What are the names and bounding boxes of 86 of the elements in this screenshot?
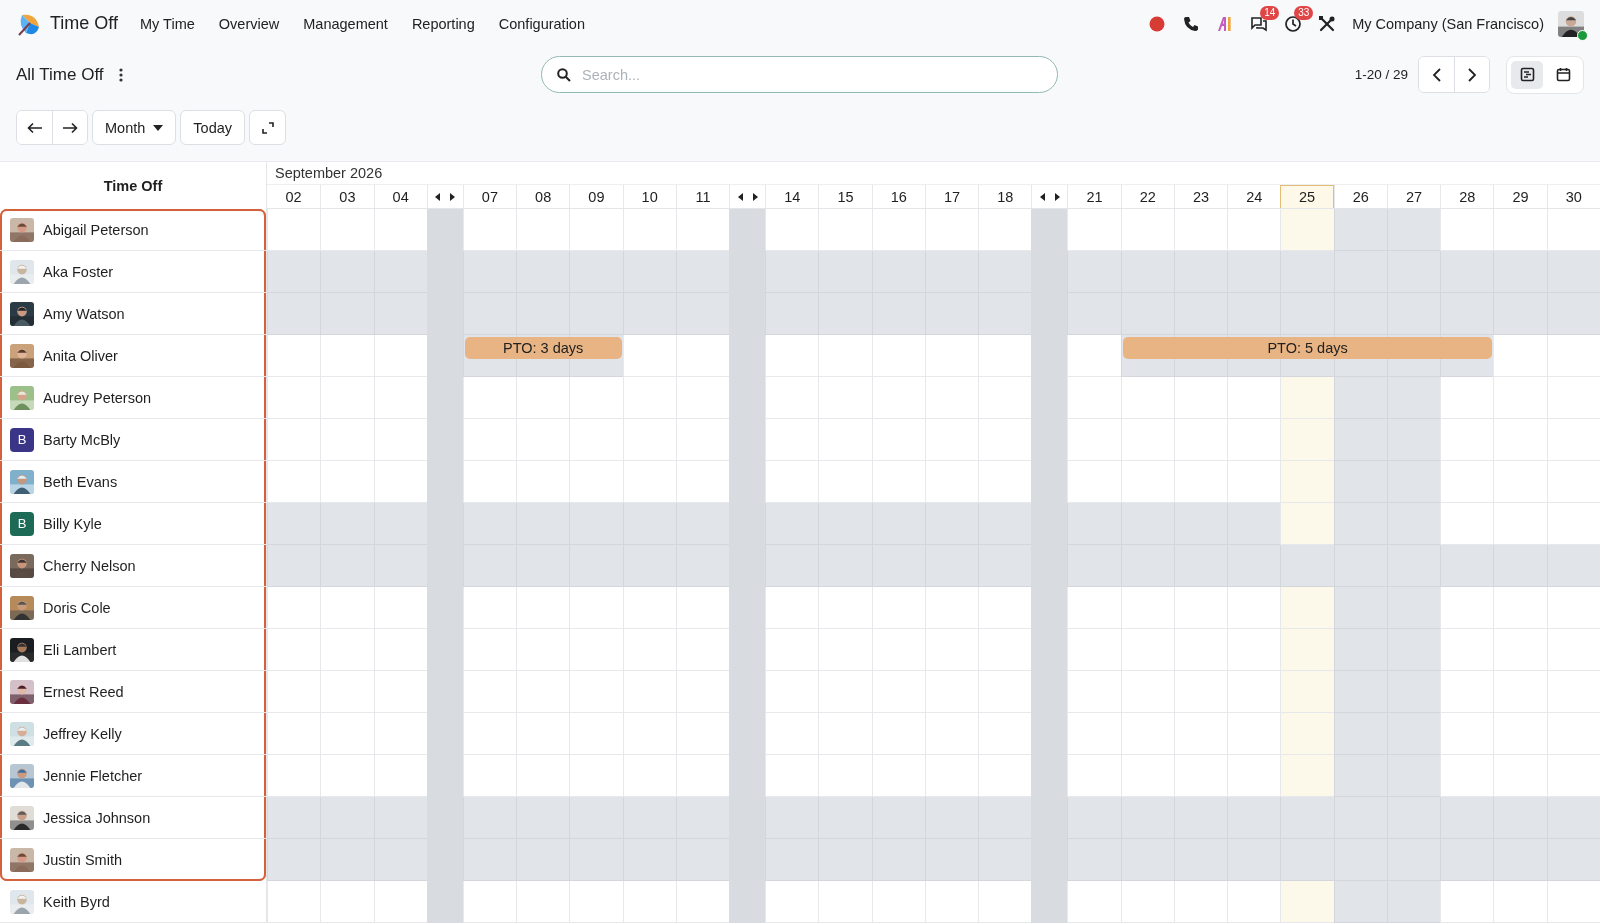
day-header: 04 (373, 185, 427, 208)
day-header: 25 (1280, 185, 1334, 208)
day-header: 28 (1440, 185, 1494, 208)
expand-icon (261, 121, 274, 134)
month-label: September 2026 (275, 165, 383, 182)
menu-item[interactable]: Reporting (401, 11, 485, 36)
employee-item[interactable]: Amy Watson (0, 293, 266, 335)
employee-item[interactable]: Abigail Peterson (0, 209, 266, 251)
arrow-right-icon (62, 121, 78, 134)
caret-right-icon[interactable] (752, 192, 758, 201)
employee-item[interactable]: Beth Evans (0, 461, 266, 503)
day-header: 08 (516, 185, 570, 208)
collapsed-day-cell (1031, 881, 1068, 923)
chat-icon[interactable] (1250, 14, 1269, 33)
clock-icon[interactable] (1284, 14, 1303, 33)
day-header: 10 (622, 185, 676, 208)
avatar: B (10, 511, 34, 536)
avatar: B (10, 427, 34, 452)
next-button[interactable] (52, 111, 87, 144)
gantt-view-icon (1519, 67, 1535, 82)
company-switcher[interactable]: My Company (San Francisco) (1346, 15, 1554, 32)
employee-item[interactable]: Ernest Reed (0, 671, 266, 713)
expand-button[interactable] (249, 110, 286, 145)
day-header: 26 (1333, 185, 1387, 208)
chevron-left-icon (1431, 67, 1442, 82)
scale-dropdown[interactable]: Month (92, 110, 177, 145)
leave-bar[interactable]: PTO: 5 days (1122, 337, 1493, 359)
day-header: 22 (1120, 185, 1174, 208)
day-header: 23 (1173, 185, 1228, 208)
day-header: 14 (765, 185, 819, 208)
today-button[interactable]: Today (180, 110, 245, 145)
day-header: 18 (978, 185, 1032, 208)
day-header: 09 (569, 185, 623, 208)
app-title[interactable]: Time Off (50, 13, 118, 34)
day-header: 27 (1386, 185, 1441, 208)
caret-right-icon[interactable] (450, 192, 456, 201)
leave-bar[interactable]: PTO: 3 days (464, 337, 622, 359)
caret-left-icon[interactable] (1039, 192, 1045, 201)
column-header: Time Off (103, 177, 163, 194)
day-header: 15 (818, 185, 872, 208)
employee-item[interactable]: Doris Cole (0, 587, 266, 629)
arrow-left-icon (26, 121, 43, 134)
menu-item[interactable]: Management (293, 11, 398, 36)
employee-item[interactable]: B Billy Kyle (0, 503, 266, 545)
count-badge: 14 (1260, 5, 1280, 20)
collapsed-day-cell (426, 881, 463, 923)
day-header: 02 (284, 187, 303, 207)
view-button[interactable] (1511, 60, 1543, 89)
next-button[interactable] (1454, 57, 1489, 92)
caret-left-icon[interactable] (737, 192, 743, 201)
pager-value: 1-20 / 29 (1354, 67, 1408, 82)
employee-item[interactable]: Jeffrey Kelly (0, 713, 266, 755)
search-icon (557, 68, 571, 82)
employee-item[interactable]: Audrey Peterson (0, 377, 266, 419)
day-header: 16 (871, 185, 925, 208)
page-title: All Time Off (16, 64, 104, 85)
employee-item[interactable]: Anita Oliver (0, 335, 266, 377)
caret-down-icon (153, 124, 164, 131)
record-icon[interactable] (1148, 14, 1167, 33)
collapsed-day-cell (729, 881, 766, 923)
day-header: 03 (320, 185, 374, 208)
employee-item[interactable]: Eli Lambert (0, 629, 266, 671)
day-header: 30 (1546, 185, 1600, 208)
day-header: 11 (675, 185, 730, 208)
menu-item[interactable]: Configuration (488, 11, 595, 36)
day-header: 07 (462, 185, 517, 208)
employee-item[interactable]: Jessica Johnson (0, 797, 266, 839)
employee-item[interactable]: B Barty McBly (0, 419, 266, 461)
day-header: 17 (924, 185, 979, 208)
count-badge: 33 (1294, 5, 1314, 20)
employee-item[interactable]: Jennie Fletcher (0, 755, 266, 797)
caret-right-icon[interactable] (1054, 192, 1060, 201)
chevron-right-icon (1467, 67, 1477, 82)
caret-left-icon[interactable] (435, 192, 441, 201)
employee-item[interactable]: Aka Foster (0, 251, 266, 293)
calendar-icon (1555, 67, 1571, 82)
employee-item[interactable]: Justin Smith (0, 839, 266, 881)
menu-item[interactable]: My Time (130, 11, 205, 36)
phone-icon[interactable] (1182, 14, 1201, 33)
tools-icon[interactable] (1318, 14, 1337, 33)
day-header: 21 (1067, 185, 1121, 208)
more-icon[interactable] (117, 67, 124, 82)
employee-item[interactable]: Cherry Nelson (0, 545, 266, 587)
search-field[interactable]: Search... (541, 56, 1058, 93)
day-header: 29 (1493, 185, 1547, 208)
menu-item[interactable]: Overview (208, 11, 290, 36)
